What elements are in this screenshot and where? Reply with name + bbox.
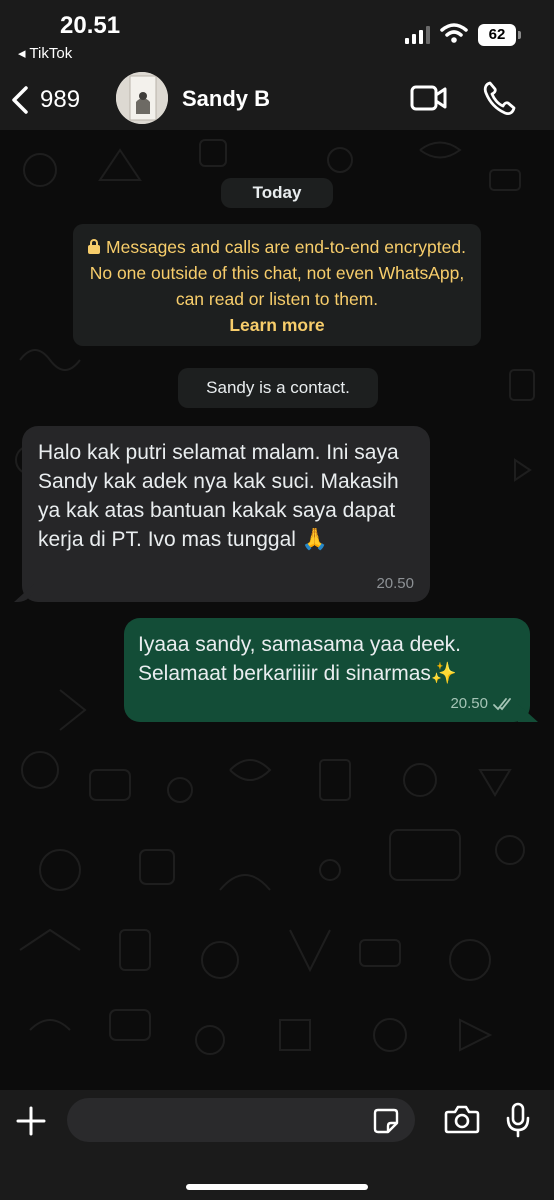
message-time: 20.50	[376, 575, 414, 592]
sticker-icon[interactable]	[373, 1108, 399, 1134]
date-separator: Today	[221, 178, 333, 208]
home-indicator[interactable]	[186, 1184, 368, 1190]
chat-area[interactable]: Today Messages and calls are end-to-end …	[0, 130, 554, 1090]
plus-icon[interactable]	[14, 1104, 48, 1138]
message-input[interactable]	[67, 1098, 415, 1142]
back-button[interactable]: 989	[10, 82, 80, 118]
status-bar: 20.51 ◂ TikTok 62	[0, 0, 554, 70]
chat-header: 989 Sandy B	[0, 70, 554, 130]
microphone-icon[interactable]	[505, 1102, 531, 1138]
message-input-bar	[0, 1090, 554, 1200]
message-text: Halo kak putri selamat malam. Ini saya S…	[38, 441, 399, 551]
outgoing-message[interactable]: Iyaaa sandy, samasama yaa deek. Selamaat…	[124, 618, 530, 722]
battery-indicator: 62	[478, 24, 521, 46]
unread-chats-count: 989	[40, 86, 81, 113]
back-to-app-link[interactable]: ◂ TikTok	[18, 44, 72, 62]
encryption-notice-text: Messages and calls are end-to-end encryp…	[89, 237, 466, 309]
contact-name[interactable]: Sandy B	[182, 86, 270, 112]
phone-icon[interactable]	[482, 80, 516, 116]
message-text: Iyaaa sandy, samasama yaa deek. Selamaat…	[138, 633, 461, 685]
learn-more-link[interactable]: Learn more	[229, 315, 324, 335]
wifi-icon	[440, 23, 468, 43]
cellular-signal-icon	[405, 26, 430, 44]
encryption-notice[interactable]: Messages and calls are end-to-end encryp…	[73, 224, 481, 346]
status-time: 20.51	[60, 12, 121, 39]
chevron-left-icon	[12, 86, 28, 114]
video-call-icon[interactable]	[410, 84, 448, 112]
avatar[interactable]	[116, 72, 168, 124]
lock-icon	[88, 239, 101, 254]
camera-icon[interactable]	[444, 1104, 480, 1134]
contact-notice: Sandy is a contact.	[178, 368, 378, 408]
incoming-message[interactable]: Halo kak putri selamat malam. Ini saya S…	[22, 426, 430, 602]
read-receipt-icon	[493, 698, 511, 711]
message-time: 20.50	[450, 695, 488, 712]
contact-photo	[116, 72, 168, 124]
